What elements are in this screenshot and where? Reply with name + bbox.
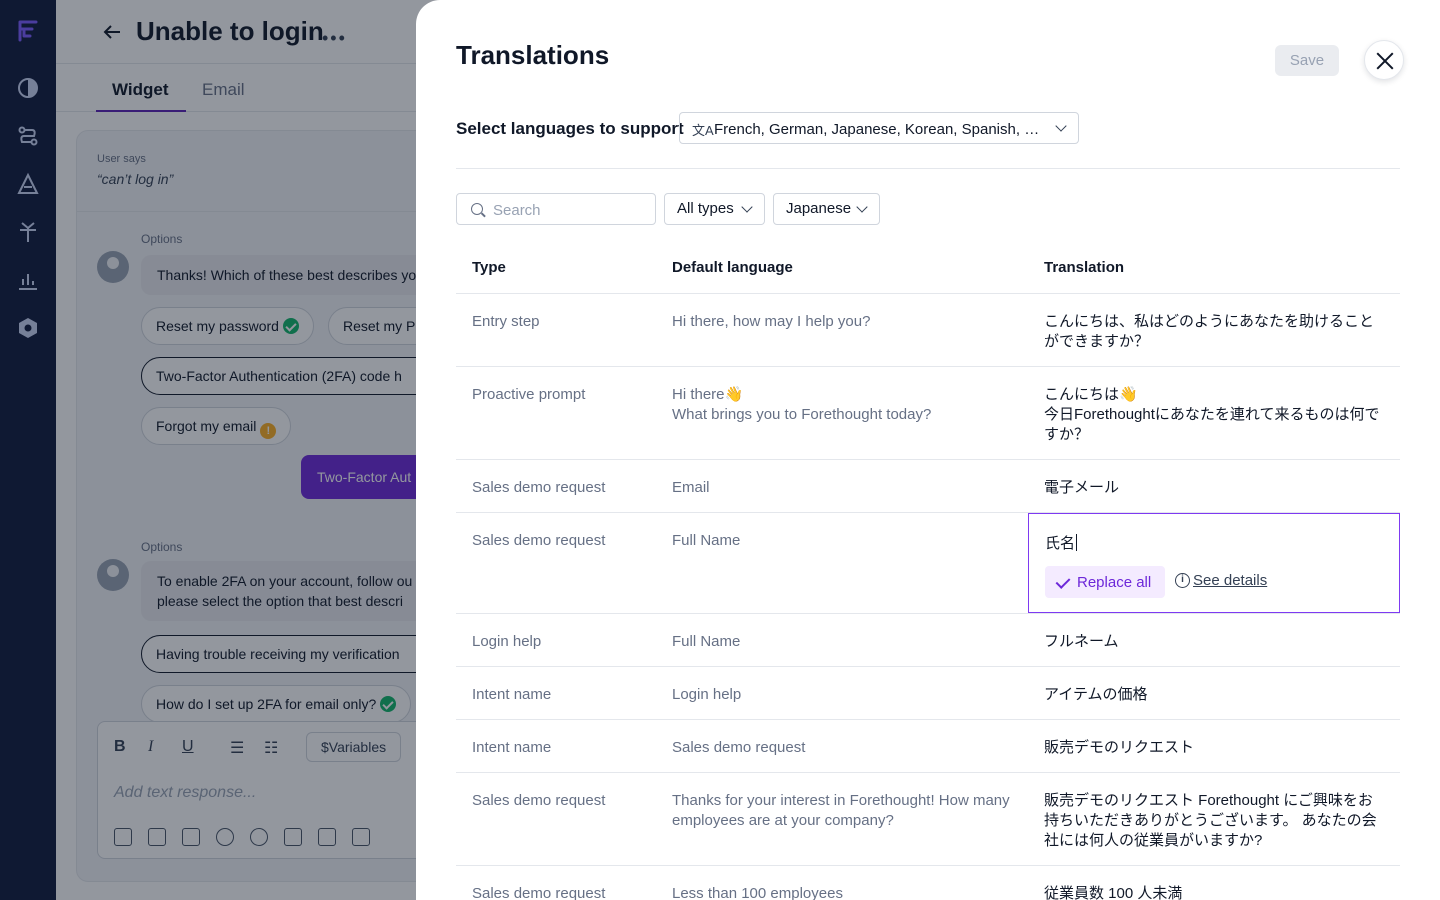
type-filter-label: All types: [677, 200, 734, 217]
chevron-down-icon: [1055, 120, 1067, 132]
cell-default: Less than 100 employees: [672, 885, 843, 900]
default-line: Hi there👋: [672, 386, 744, 403]
cell-translation[interactable]: こんにちは、私はどのようにあなたを助けることができますか？: [1044, 312, 1384, 352]
translate-icon: 文A: [692, 123, 714, 138]
type-filter-dropdown[interactable]: All types: [664, 193, 765, 225]
translations-table: Type Default language Translation Entry …: [456, 241, 1400, 900]
cell-type: Intent name: [472, 739, 552, 756]
translation-line: こんにちは👋: [1044, 386, 1138, 403]
table-row[interactable]: Sales demo request Thanks for your inter…: [456, 773, 1400, 866]
cell-default: Login help: [672, 686, 742, 703]
text-caret: [1076, 534, 1078, 551]
column-header-translation[interactable]: Translation: [1044, 259, 1124, 276]
divider: [456, 168, 1400, 169]
save-button[interactable]: Save: [1275, 45, 1339, 76]
see-details-link[interactable]: i See details: [1175, 572, 1267, 589]
translation-value: 氏名: [1045, 535, 1076, 552]
column-header-type[interactable]: Type: [472, 259, 506, 276]
search-icon: [471, 203, 483, 215]
translation-input[interactable]: 氏名: [1045, 532, 1078, 553]
replace-all-button[interactable]: Replace all: [1045, 566, 1166, 598]
table-row[interactable]: Intent name Sales demo request 販売デモのリクエス…: [456, 720, 1400, 773]
table-row[interactable]: Intent name Login help アイテムの価格: [456, 667, 1400, 720]
languages-select[interactable]: 文A French, German, Japanese, Korean, Spa…: [679, 112, 1079, 144]
cell-translation[interactable]: フルネーム: [1044, 632, 1384, 652]
search-box: [456, 193, 656, 225]
chevron-down-icon: [741, 201, 753, 213]
translation-editor[interactable]: 氏名 Replace all i See details: [1028, 513, 1400, 613]
cell-default: Email: [672, 479, 710, 496]
cell-type: Entry step: [472, 313, 540, 330]
cell-type: Sales demo request: [472, 792, 606, 809]
cell-type: Proactive prompt: [472, 386, 586, 403]
cell-translation[interactable]: アイテムの価格: [1044, 685, 1384, 705]
table-row[interactable]: Sales demo request Email 電子メール: [456, 460, 1400, 513]
cell-type: Login help: [472, 633, 542, 650]
languages-label: Select languages to support: [456, 119, 684, 138]
info-icon: i: [1175, 573, 1190, 588]
cell-type: Sales demo request: [472, 479, 606, 496]
cell-type: Sales demo request: [472, 532, 606, 549]
cell-type: Intent name: [472, 686, 552, 703]
replace-all-label: Replace all: [1077, 573, 1152, 591]
table-row[interactable]: Login help Full Name フルネーム: [456, 614, 1400, 667]
cell-translation[interactable]: 従業員数 100 人未満: [1044, 884, 1384, 900]
language-filter-dropdown[interactable]: Japanese: [773, 193, 880, 225]
languages-value: French, German, Japanese, Korean, Spanis…: [714, 121, 1044, 138]
default-line: What brings you to Forethought today?: [672, 406, 932, 423]
cell-default: Hi there, how may I help you?: [672, 313, 871, 330]
cell-translation[interactable]: 電子メール: [1044, 478, 1384, 498]
translations-drawer: Translations Save Select languages to su…: [416, 0, 1440, 900]
translation-line: 今日Forethoughtにあなたを連れて来るものは何ですか？: [1044, 406, 1380, 443]
column-header-default[interactable]: Default language: [672, 259, 793, 276]
drawer-title: Translations: [456, 40, 610, 70]
cell-translation[interactable]: 販売デモのリクエスト Forethought にご興味をお持ちいただきありがとう…: [1044, 791, 1384, 851]
table-row[interactable]: Entry step Hi there, how may I help you?…: [456, 294, 1400, 367]
cell-default: Thanks for your interest in Forethought!…: [672, 792, 1010, 829]
cell-default: Full Name: [672, 532, 741, 549]
cell-default: Full Name: [672, 633, 741, 650]
chevron-down-icon: [856, 201, 868, 213]
table-row-editing[interactable]: Sales demo request Full Name 氏名 Replace …: [456, 513, 1400, 614]
table-header: Type Default language Translation: [456, 241, 1400, 294]
cell-translation[interactable]: こんにちは👋 今日Forethoughtにあなたを連れて来るものは何ですか？: [1044, 385, 1384, 445]
search-input[interactable]: [493, 200, 643, 220]
table-row[interactable]: Sales demo request Less than 100 employe…: [456, 866, 1400, 900]
language-filter-label: Japanese: [786, 200, 852, 217]
cell-translation[interactable]: 販売デモのリクエスト: [1044, 738, 1384, 758]
cell-type: Sales demo request: [472, 885, 606, 900]
cell-default: Sales demo request: [672, 739, 806, 756]
table-row[interactable]: Proactive prompt Hi there👋 What brings yo…: [456, 367, 1400, 460]
cell-default: Hi there👋 What brings you to Forethought …: [672, 385, 1012, 425]
close-icon[interactable]: [1364, 40, 1404, 80]
check-icon: [1055, 574, 1071, 589]
